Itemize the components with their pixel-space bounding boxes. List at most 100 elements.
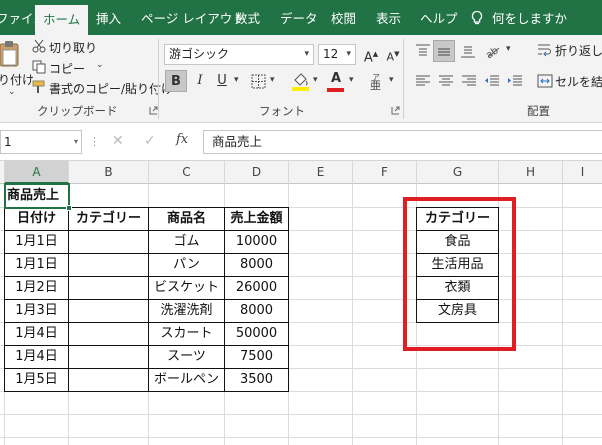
borders-chevron-icon[interactable]: ▾ bbox=[270, 75, 275, 85]
table-cell[interactable]: 1月4日 bbox=[5, 322, 68, 345]
column-header-e[interactable]: E bbox=[289, 161, 353, 184]
fill-handle[interactable] bbox=[66, 205, 72, 211]
fill-color-chevron-icon[interactable]: ▾ bbox=[313, 75, 318, 85]
merge-center-icon[interactable] bbox=[537, 73, 553, 89]
chevron-down-icon[interactable]: ▾ bbox=[346, 45, 351, 64]
copy-icon[interactable] bbox=[32, 60, 46, 74]
underline-chevron-icon[interactable]: ▾ bbox=[234, 75, 239, 85]
more-icon: ⋮ bbox=[89, 135, 100, 148]
bold-button[interactable]: B bbox=[165, 70, 187, 92]
insert-function-icon[interactable]: fx bbox=[176, 132, 188, 147]
decrease-indent-icon[interactable] bbox=[484, 73, 500, 89]
tab-data[interactable]: データ bbox=[280, 0, 318, 35]
chevron-down-icon[interactable]: ▾ bbox=[304, 45, 309, 64]
align-center-icon[interactable] bbox=[438, 73, 454, 89]
column-header-i[interactable]: I bbox=[563, 161, 602, 184]
scissors-icon[interactable] bbox=[32, 39, 46, 53]
align-bottom-icon[interactable] bbox=[460, 43, 476, 59]
name-box[interactable]: 1 ▾ bbox=[0, 130, 82, 154]
cut-button[interactable]: 切り取り bbox=[49, 39, 97, 56]
active-cell-selection[interactable] bbox=[4, 183, 70, 209]
ribbon-tab-bar: ファイル ホーム 挿入 ページ レイアウト 数式 データ 校閲 表示 ヘルプ 何… bbox=[0, 0, 602, 35]
table-cell[interactable]: 1月1日 bbox=[5, 230, 68, 253]
worksheet-grid[interactable]: A B C D E F G H I 商品売上 日付け カテゴリー 商品名 売上金… bbox=[0, 161, 602, 445]
table-cell[interactable]: 50000 bbox=[225, 322, 288, 345]
italic-button[interactable]: I bbox=[189, 70, 211, 92]
table-cell[interactable]: 1月4日 bbox=[5, 345, 68, 368]
dialog-launcher-icon[interactable] bbox=[391, 106, 400, 115]
grow-font-button[interactable]: A▲ bbox=[360, 43, 382, 65]
align-middle-button[interactable] bbox=[433, 40, 455, 62]
tab-help[interactable]: ヘルプ bbox=[420, 0, 458, 35]
fill-color-icon[interactable] bbox=[292, 71, 309, 91]
tab-insert[interactable]: 挿入 bbox=[96, 0, 121, 35]
table-cell[interactable]: ボールペン bbox=[149, 368, 224, 391]
borders-icon[interactable] bbox=[251, 74, 266, 89]
orientation-icon[interactable]: ab bbox=[484, 42, 502, 60]
dialog-launcher-icon[interactable] bbox=[149, 106, 158, 115]
header-product[interactable]: 商品名 bbox=[149, 207, 224, 230]
table-cell[interactable]: 1月5日 bbox=[5, 368, 68, 391]
tell-me-search[interactable]: 何をしますか bbox=[492, 0, 567, 35]
shrink-font-button[interactable]: A▼ bbox=[382, 43, 404, 65]
column-header-h[interactable]: H bbox=[499, 161, 563, 184]
column-header-c[interactable]: C bbox=[149, 161, 225, 184]
copy-button[interactable]: コピー bbox=[49, 60, 85, 77]
column-header-a[interactable]: A bbox=[5, 161, 69, 184]
tab-home[interactable]: ホーム bbox=[35, 5, 89, 35]
column-header-g[interactable]: G bbox=[417, 161, 499, 184]
table-cell[interactable]: 3500 bbox=[225, 368, 288, 391]
table-cell[interactable]: ゴム bbox=[149, 230, 224, 253]
table-cell[interactable]: ビスケット bbox=[149, 276, 224, 299]
table-cell[interactable]: 1月1日 bbox=[5, 253, 68, 276]
align-right-icon[interactable] bbox=[461, 73, 477, 89]
tab-view[interactable]: 表示 bbox=[376, 0, 401, 35]
column-header-d[interactable]: D bbox=[225, 161, 289, 184]
paste-icon[interactable] bbox=[0, 41, 20, 67]
table-cell[interactable]: 洗濯洗剤 bbox=[149, 299, 224, 322]
font-size-box[interactable]: 12 ▾ bbox=[318, 44, 356, 65]
table-cell[interactable]: スカート bbox=[149, 322, 224, 345]
formula-input[interactable]: 商品売上 bbox=[203, 130, 602, 154]
tab-review[interactable]: 校閲 bbox=[331, 0, 356, 35]
name-box-value: 1 bbox=[4, 135, 12, 149]
paste-chevron-icon[interactable]: ⌄ bbox=[8, 87, 16, 97]
format-painter-icon[interactable] bbox=[32, 80, 46, 94]
orientation-chevron-icon[interactable]: ▾ bbox=[506, 44, 511, 54]
table-cell[interactable]: スーツ bbox=[149, 345, 224, 368]
font-color-button[interactable]: A bbox=[325, 68, 347, 90]
font-name-box[interactable]: 游ゴシック ▾ bbox=[164, 44, 314, 65]
header-sales[interactable]: 売上金額 bbox=[225, 207, 288, 230]
align-top-icon[interactable] bbox=[415, 43, 431, 59]
table-cell[interactable]: 10000 bbox=[225, 230, 288, 253]
table-cell[interactable]: 26000 bbox=[225, 276, 288, 299]
merge-center-button[interactable]: セルを結合し bbox=[555, 73, 602, 90]
font-color-chevron-icon[interactable]: ▾ bbox=[349, 75, 354, 85]
table-cell[interactable]: 1月3日 bbox=[5, 299, 68, 322]
phonetic-guide-icon[interactable]: ア 亜 bbox=[369, 72, 387, 90]
format-painter-button[interactable]: 書式のコピー/貼り付け bbox=[49, 80, 173, 97]
table-cell[interactable]: 7500 bbox=[225, 345, 288, 368]
table-cell[interactable]: 8000 bbox=[225, 299, 288, 322]
table-cell[interactable]: パン bbox=[149, 253, 224, 276]
column-header-f[interactable]: F bbox=[353, 161, 417, 184]
chevron-down-icon[interactable]: ▾ bbox=[74, 131, 78, 153]
underline-button[interactable]: U bbox=[211, 70, 233, 92]
tab-formulas[interactable]: 数式 bbox=[235, 0, 260, 35]
table-cell[interactable]: 1月2日 bbox=[5, 276, 68, 299]
wrap-text-icon[interactable] bbox=[537, 42, 553, 58]
tab-page-layout[interactable]: ページ レイアウト bbox=[141, 0, 245, 35]
paste-button-label[interactable]: り付け bbox=[0, 71, 34, 88]
column-header-b[interactable]: B bbox=[69, 161, 149, 184]
phonetic-chevron-icon[interactable]: ▾ bbox=[389, 75, 394, 85]
align-left-icon[interactable] bbox=[415, 73, 431, 89]
cancel-entry-icon[interactable]: ✕ bbox=[112, 133, 124, 149]
font-name-value: 游ゴシック bbox=[169, 47, 230, 61]
confirm-entry-icon[interactable]: ✓ bbox=[144, 133, 158, 149]
header-date[interactable]: 日付け bbox=[5, 207, 68, 230]
header-category[interactable]: カテゴリー bbox=[69, 207, 148, 230]
table-cell[interactable]: 8000 bbox=[225, 253, 288, 276]
wrap-text-button[interactable]: 折り返して全 bbox=[555, 42, 602, 59]
increase-indent-icon[interactable] bbox=[507, 73, 523, 89]
copy-chevron-icon[interactable]: ⌄ bbox=[96, 60, 104, 70]
